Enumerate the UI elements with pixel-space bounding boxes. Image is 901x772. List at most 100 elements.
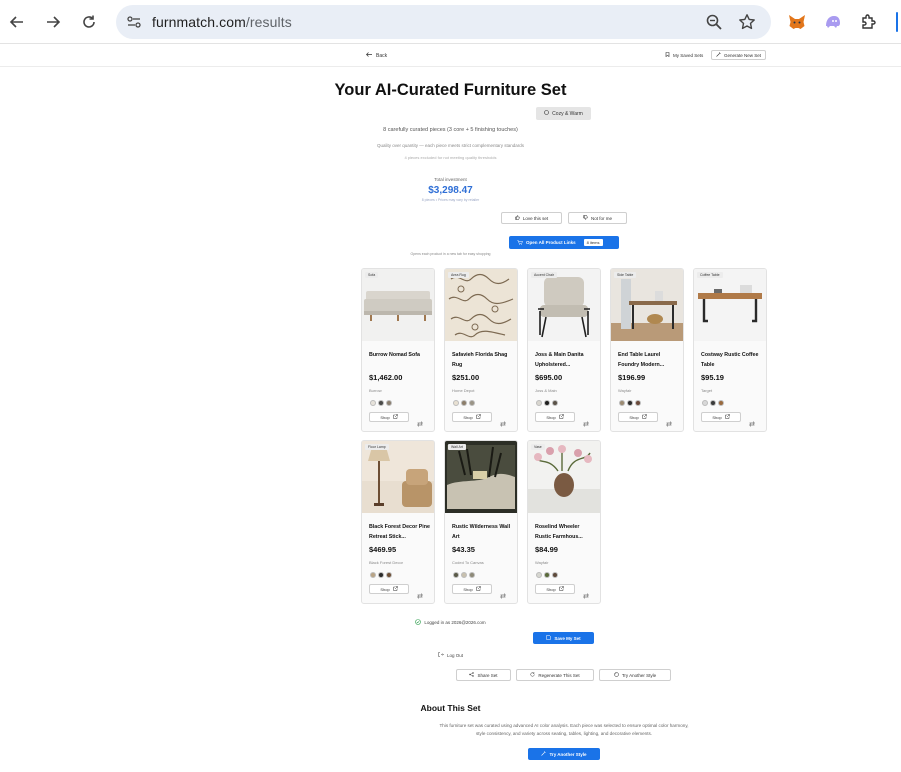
color-swatch xyxy=(552,572,558,578)
color-swatch xyxy=(370,400,376,406)
product-card[interactable]: Vase Roselind Wheeler Rustic Farmhous...… xyxy=(527,440,601,604)
shop-button[interactable]: Shop xyxy=(452,584,492,594)
thumbs-down-icon xyxy=(583,215,588,221)
color-swatch xyxy=(461,400,467,406)
swap-icon[interactable] xyxy=(666,414,672,431)
product-image[interactable] xyxy=(445,441,517,513)
color-swatch xyxy=(710,400,716,406)
save-icon xyxy=(546,635,552,641)
shop-button[interactable]: Shop xyxy=(535,584,575,594)
color-swatches xyxy=(619,400,641,406)
try-another-style-cta[interactable]: Try Another Style xyxy=(528,748,600,760)
product-name: Joss & Main Danita Upholstered... xyxy=(535,352,584,368)
category-tag: Wall Art xyxy=(448,444,466,450)
shop-button[interactable]: Shop xyxy=(452,412,492,422)
color-swatch xyxy=(386,400,392,406)
product-name: Rustic Wilderness Wall Art xyxy=(452,524,511,540)
shop-button[interactable]: Shop xyxy=(369,412,409,422)
product-price: $251.00 xyxy=(452,373,480,382)
product-price: $84.99 xyxy=(535,545,558,554)
swap-icon[interactable] xyxy=(417,586,423,603)
product-card[interactable]: Sofa Burrow Nomad Sofa $1,462.00 Burrow … xyxy=(361,268,435,432)
product-card[interactable]: Floor Lamp Black Forest Decor Pine Retre… xyxy=(361,440,435,604)
product-image[interactable] xyxy=(362,269,434,341)
color-swatches xyxy=(453,400,475,406)
check-circle-icon xyxy=(415,619,422,626)
try-another-style-button[interactable]: Try Another Style xyxy=(599,669,671,681)
shop-button[interactable]: Shop xyxy=(618,412,658,422)
product-image[interactable] xyxy=(362,441,434,513)
refresh-icon xyxy=(530,672,535,678)
product-store: Joss & Main xyxy=(535,388,557,393)
product-card[interactable]: Coffee Table Costway Rustic Coffee Table… xyxy=(693,268,767,432)
logged-in-status: Logged in as 2026@2026.com xyxy=(0,619,901,626)
external-link-icon xyxy=(558,586,564,592)
color-swatch xyxy=(619,400,625,406)
back-arrow-icon[interactable] xyxy=(6,11,28,33)
site-header: Back My Saved Sets Generate New Set xyxy=(0,45,901,67)
save-my-set-button[interactable]: Save My Set xyxy=(533,632,594,644)
my-saved-sets-link[interactable]: My Saved Sets xyxy=(665,52,703,58)
color-swatch xyxy=(469,400,475,406)
forward-arrow-icon[interactable] xyxy=(42,11,64,33)
style-badge: Cozy & Warm xyxy=(536,107,591,120)
investment-value: $3,298.47 xyxy=(428,185,473,196)
product-price: $196.99 xyxy=(618,373,646,382)
not-for-me-button[interactable]: Not for me xyxy=(568,212,627,224)
product-image[interactable] xyxy=(445,269,517,341)
swap-icon[interactable] xyxy=(417,414,423,431)
extensions-puzzle-icon[interactable] xyxy=(858,11,880,33)
swap-icon[interactable] xyxy=(500,586,506,603)
swap-icon[interactable] xyxy=(500,414,506,431)
swap-icon[interactable] xyxy=(583,586,589,603)
shop-button[interactable]: Shop xyxy=(369,584,409,594)
color-swatches xyxy=(536,400,558,406)
product-store: Target xyxy=(701,388,713,393)
product-card[interactable]: Side Table End Table Laurel Foundry Mode… xyxy=(610,268,684,432)
swap-icon[interactable] xyxy=(583,414,589,431)
product-name: End Table Laurel Foundry Modern... xyxy=(618,352,665,368)
swap-icon[interactable] xyxy=(749,414,755,431)
open-all-links-button[interactable]: Open All Product Links 8 items xyxy=(509,236,619,249)
shop-button[interactable]: Shop xyxy=(701,412,741,422)
category-tag: Coffee Table xyxy=(697,272,723,278)
bookmark-icon xyxy=(665,52,670,58)
generate-new-set-button[interactable]: Generate New Set xyxy=(711,50,767,60)
reload-icon[interactable] xyxy=(78,11,100,33)
color-swatch xyxy=(544,572,550,578)
product-price: $1,462.00 xyxy=(369,373,403,382)
site-settings-icon[interactable] xyxy=(126,14,142,35)
love-this-set-button[interactable]: Love this set xyxy=(501,212,562,224)
shop-button[interactable]: Shop xyxy=(535,412,575,422)
external-link-icon xyxy=(475,414,481,420)
palette-icon xyxy=(544,110,549,117)
external-link-icon xyxy=(392,586,398,592)
extension-ghost-icon[interactable] xyxy=(822,11,844,33)
color-swatch xyxy=(370,572,376,578)
set-summary: 8 carefully curated pieces (3 core + 5 f… xyxy=(383,127,518,133)
product-card[interactable]: Wall Art Rustic Wilderness Wall Art $43.… xyxy=(444,440,518,604)
share-set-button[interactable]: Share Set xyxy=(456,669,511,681)
color-swatch xyxy=(544,400,550,406)
product-image[interactable] xyxy=(694,269,766,341)
browser-toolbar: furnmatch.com/results xyxy=(0,0,901,44)
back-link[interactable]: Back xyxy=(366,52,387,59)
product-name: Costway Rustic Coffee Table xyxy=(701,352,759,368)
log-out-link[interactable]: Log Out xyxy=(0,652,901,658)
bookmark-star-icon[interactable] xyxy=(738,13,756,36)
color-swatches xyxy=(370,572,392,578)
color-swatches xyxy=(702,400,724,406)
product-card[interactable]: Area Rug Safavieh Florida Shag Rug $251.… xyxy=(444,268,518,432)
color-swatch xyxy=(536,400,542,406)
zoom-icon[interactable] xyxy=(705,13,723,36)
product-image[interactable] xyxy=(528,269,600,341)
external-link-icon xyxy=(558,414,564,420)
external-link-icon xyxy=(641,414,647,420)
page-title: Your AI-Curated Furniture Set xyxy=(334,81,567,99)
metamask-fox-icon[interactable] xyxy=(786,11,808,33)
product-card[interactable]: Accent Chair Joss & Main Danita Upholste… xyxy=(527,268,601,432)
regenerate-set-button[interactable]: Regenerate This Set xyxy=(516,669,594,681)
product-image[interactable] xyxy=(528,441,600,513)
product-image[interactable] xyxy=(611,269,683,341)
address-bar[interactable]: furnmatch.com/results xyxy=(116,5,771,39)
